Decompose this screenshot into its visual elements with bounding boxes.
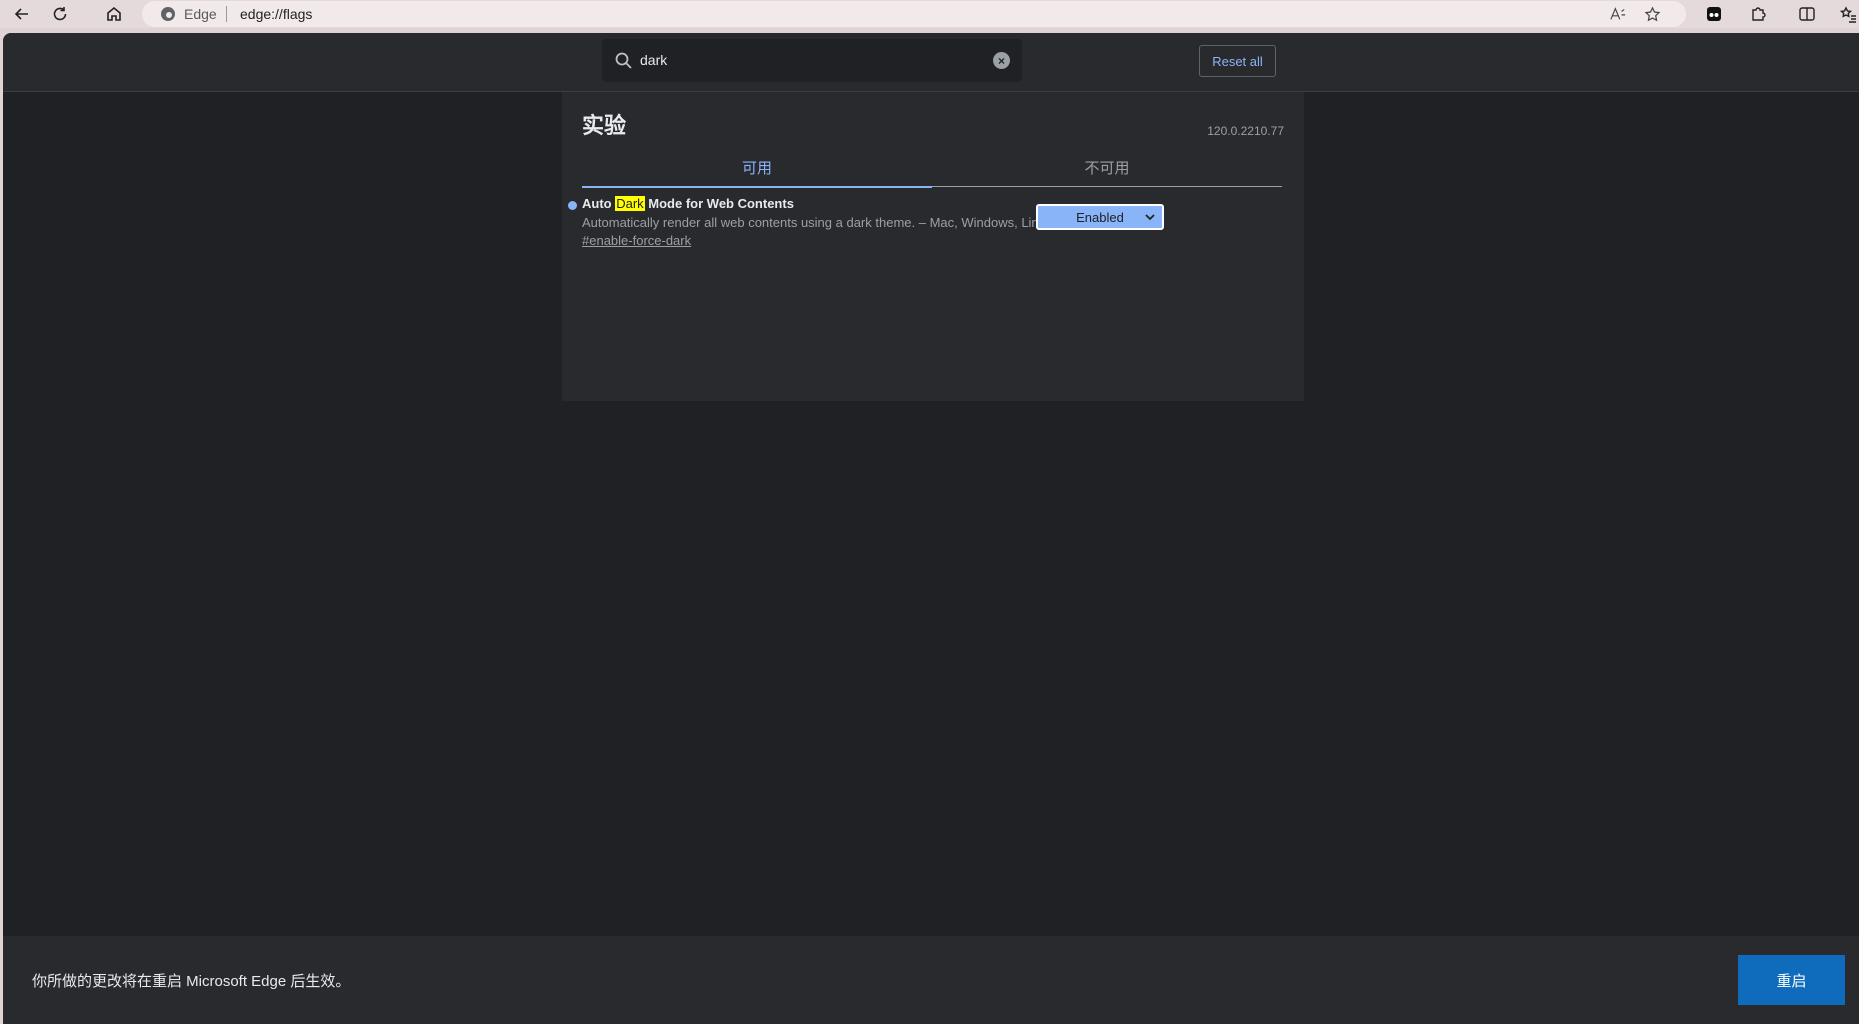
clear-search-icon[interactable]: ×	[993, 52, 1010, 69]
site-name: Edge	[184, 6, 217, 22]
restart-footer: 你所做的更改将在重启 Microsoft Edge 后生效。 重启	[3, 936, 1859, 1024]
favorite-star-icon[interactable]	[1642, 5, 1662, 23]
extensions-puzzle-icon[interactable]	[1744, 2, 1772, 26]
experiment-state-value: Enabled	[1076, 209, 1124, 225]
search-input[interactable]	[640, 47, 970, 73]
tab-unavailable[interactable]: 不可用	[932, 148, 1282, 187]
restart-button[interactable]: 重启	[1738, 955, 1845, 1005]
experiments-panel: 实验 120.0.2210.77 可用 不可用 Auto Dark Mode f…	[562, 92, 1304, 401]
version-label: 120.0.2210.77	[1207, 124, 1284, 138]
chevron-down-icon	[1145, 214, 1155, 221]
experiment-title-suffix: Mode for Web Contents	[644, 196, 794, 211]
extension-app-icon[interactable]	[1700, 2, 1728, 26]
address-separator	[226, 6, 227, 22]
favorites-list-icon[interactable]	[1834, 2, 1859, 26]
refresh-icon[interactable]	[46, 2, 74, 26]
browser-toolbar: Edge edge://flags	[0, 0, 1859, 28]
experiment-permalink[interactable]: #enable-force-dark	[582, 233, 691, 248]
experiment-title: Auto Dark Mode for Web Contents	[582, 196, 794, 211]
search-match-highlight: Dark	[615, 196, 645, 211]
modified-indicator	[568, 201, 577, 210]
flags-header: × Reset all	[3, 33, 1859, 92]
reset-all-button[interactable]: Reset all	[1199, 45, 1276, 77]
home-icon[interactable]	[100, 2, 128, 26]
url-text[interactable]: edge://flags	[240, 6, 312, 22]
page-title: 实验	[582, 113, 627, 138]
search-icon	[614, 51, 634, 71]
experiment-item: Auto Dark Mode for Web Contents Automati…	[568, 196, 1288, 256]
experiment-description: Automatically render all web contents us…	[582, 215, 1053, 230]
split-screen-icon[interactable]	[1793, 2, 1821, 26]
experiment-title-prefix: Auto	[582, 196, 616, 211]
flags-page: × Reset all 实验 120.0.2210.77 可用 不可用 Auto…	[3, 33, 1859, 1024]
read-aloud-icon[interactable]	[1608, 5, 1628, 23]
restart-message: 你所做的更改将在重启 Microsoft Edge 后生效。	[32, 973, 351, 990]
address-bar[interactable]: Edge edge://flags	[142, 1, 1686, 27]
search-box[interactable]: ×	[602, 39, 1022, 82]
back-icon[interactable]	[8, 2, 36, 26]
experiment-state-select[interactable]: Enabled	[1036, 204, 1164, 230]
edge-logo-icon	[160, 6, 176, 22]
tab-available[interactable]: 可用	[582, 148, 932, 188]
